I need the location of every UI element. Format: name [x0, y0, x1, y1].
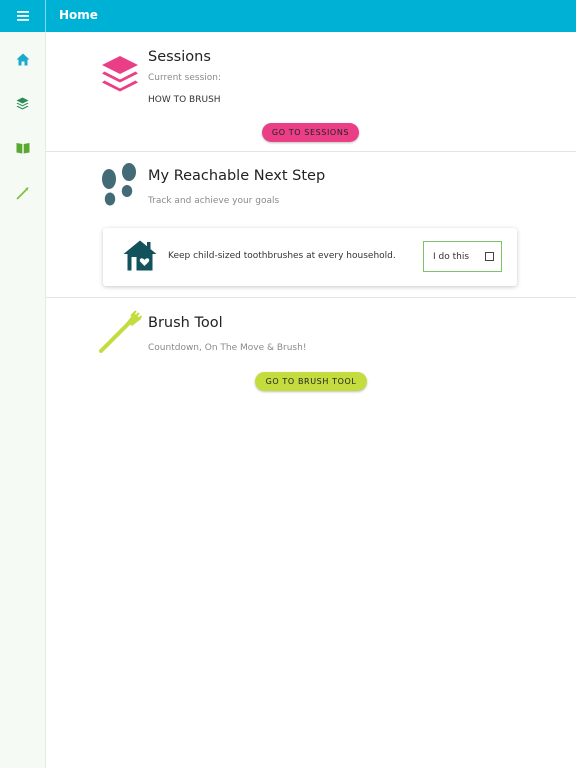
main-content: Sessions Current session: HOW TO BRUSH G… [46, 32, 576, 768]
sidebar-item-sessions[interactable] [0, 88, 45, 118]
top-app-bar: Home [0, 0, 576, 32]
current-session-label: Current session: [148, 73, 222, 83]
sidebar-item-brush-tool[interactable] [0, 178, 45, 208]
book-icon [16, 143, 29, 154]
house-heart-icon [123, 240, 157, 271]
page-title: Home [59, 8, 98, 22]
brush-tool-title: Brush Tool [148, 315, 223, 331]
footsteps-icon [102, 163, 136, 206]
hamburger-menu-icon [16, 11, 29, 21]
toothbrush-icon [16, 187, 28, 200]
section-divider [46, 151, 576, 152]
current-session-value: HOW TO BRUSH [148, 95, 221, 105]
section-divider [46, 297, 576, 298]
sessions-title: Sessions [148, 49, 211, 65]
sidebar-item-library[interactable] [0, 133, 45, 163]
sidebar [0, 32, 46, 768]
i-do-this-label: I do this [433, 252, 470, 262]
i-do-this-checkbox[interactable] [485, 252, 494, 261]
topbar-divider [45, 0, 46, 32]
next-step-subtitle: Track and achieve your goals [148, 196, 280, 206]
next-step-title: My Reachable Next Step [148, 168, 326, 184]
sidebar-item-home[interactable] [0, 44, 45, 74]
brush-tool-subtitle: Countdown, On The Move & Brush! [148, 343, 307, 353]
go-to-brush-tool-button[interactable]: GO TO BRUSH TOOL [255, 372, 367, 391]
next-step-card: Keep child-sized toothbrushes at every h… [103, 228, 517, 286]
home-icon [16, 53, 29, 65]
menu-button[interactable] [0, 0, 45, 32]
next-step-text: Keep child-sized toothbrushes at every h… [168, 251, 396, 261]
toothbrush-icon [99, 310, 142, 353]
layers-icon [102, 56, 138, 92]
i-do-this-toggle[interactable]: I do this [423, 241, 502, 272]
layers-icon [16, 97, 29, 109]
go-to-sessions-button[interactable]: GO TO SESSIONS [262, 123, 359, 142]
